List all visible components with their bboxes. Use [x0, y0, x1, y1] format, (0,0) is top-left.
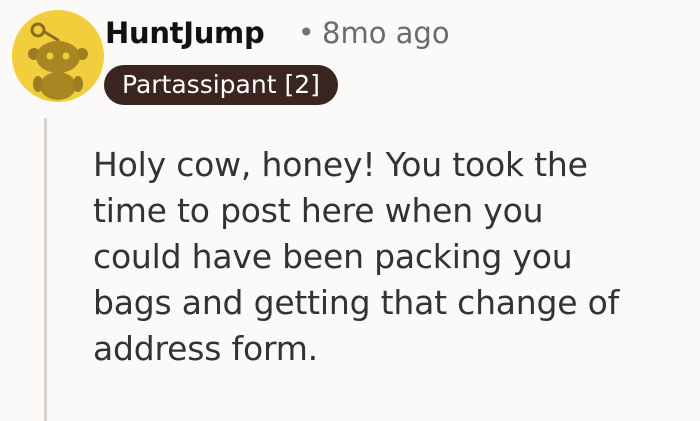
user-flair-badge: Partassipant [2] [104, 65, 338, 105]
username-link[interactable]: HuntJump [105, 13, 265, 53]
meta-separator: • [298, 16, 315, 49]
thread-collapse-line[interactable] [44, 118, 47, 421]
comment: HuntJump • 8mo ago Partassipant [2] Holy… [0, 0, 700, 421]
comment-timestamp[interactable]: 8mo ago [322, 13, 450, 53]
snoo-avatar-icon[interactable] [12, 10, 104, 102]
comment-body: Holy cow, honey! You took the time to po… [93, 145, 620, 368]
